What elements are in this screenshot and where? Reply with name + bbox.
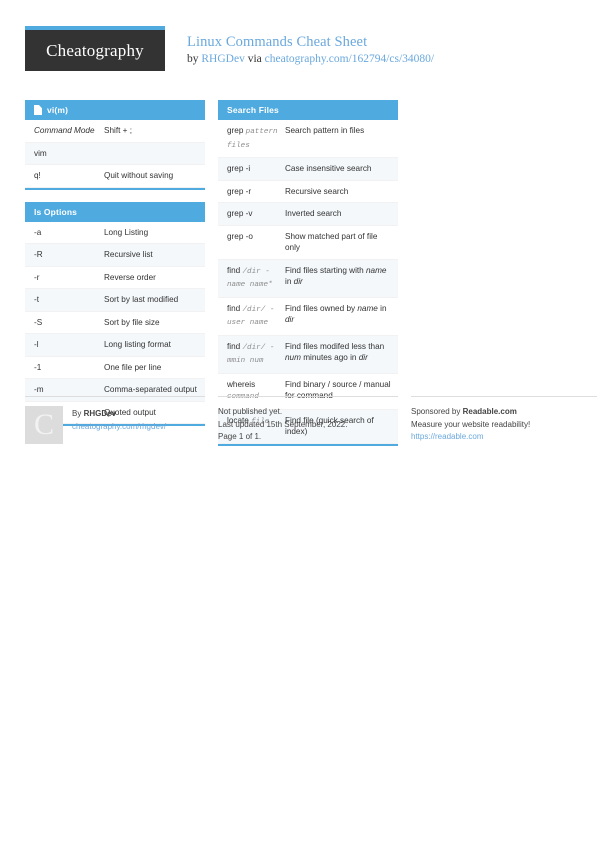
table-row: find /dir/ -mmin num Find files modifed l…: [218, 335, 398, 374]
footer-sponsor: Sponsored by Readable.com Measure your w…: [411, 396, 597, 444]
logo-box: Cheatography: [25, 30, 165, 71]
avatar: C: [25, 406, 63, 444]
row-key: grep -r: [227, 186, 252, 196]
sponsor-label: Sponsored by: [411, 407, 461, 416]
row-value: Comma-separated output: [104, 385, 197, 394]
author-byline: By RHGDev: [72, 408, 166, 421]
column-left: vi(m) Command Mode Shift + ; vim q! Quit with…: [25, 100, 205, 438]
row-value: Find files starting with name in dir: [285, 265, 387, 287]
page-header: Cheatography Linux Commands Cheat Sheet …: [25, 26, 580, 78]
by-label: by: [187, 53, 199, 65]
table-row: -r Reverse order: [25, 266, 205, 289]
row-key: -S: [34, 317, 43, 327]
table-row: Command Mode Shift + ;: [25, 120, 205, 143]
table-row: -R Recursive list: [25, 244, 205, 267]
row-value: Search pattern in files: [285, 126, 365, 135]
row-key: grep -i: [227, 164, 251, 173]
table-row: -a Long Listing: [25, 221, 205, 244]
table-row: -1 One file per line: [25, 356, 205, 379]
table-row: find /dir -name name* Find files starting…: [218, 259, 398, 298]
row-value: Shift + ;: [104, 126, 132, 135]
row-value: Find files owned by name in dir: [285, 303, 387, 325]
author-link[interactable]: RHGDev: [201, 53, 244, 65]
row-value: One file per line: [104, 362, 162, 372]
row-value: Inverted search: [285, 209, 342, 218]
sponsor-line: Sponsored by Readable.com: [411, 406, 597, 419]
footer-by-label: By: [72, 409, 82, 418]
table-block: Search Files grep pattern files Search pat…: [218, 100, 398, 446]
row-key: grep -o: [227, 231, 253, 241]
row-value: Show matched part of file only: [285, 231, 378, 253]
row-key: -l: [34, 340, 39, 349]
page-footer: C By RHGDev cheatography.com/rhgdev/ Not…: [25, 396, 597, 444]
row-value: Case insensitive search: [285, 164, 372, 173]
row-value: Long listing format: [104, 340, 171, 349]
footer-author: C By RHGDev cheatography.com/rhgdev/: [25, 396, 205, 444]
sponsor-url-link[interactable]: https://readable.com: [411, 431, 597, 444]
table-row: -l Long listing format: [25, 334, 205, 357]
row-value: Recursive search: [285, 186, 349, 196]
row-value: Sort by last modified: [104, 295, 179, 304]
table-row: -S Sort by file size: [25, 311, 205, 334]
row-value: Long Listing: [104, 227, 149, 237]
table-row: -t Sort by last modified: [25, 289, 205, 312]
source-url-link[interactable]: cheatography.com/162794/cs/34080/: [265, 53, 434, 65]
table-header: ls Options: [25, 201, 205, 222]
table-block: vi(m) Command Mode Shift + ; vim q! Quit with…: [25, 100, 205, 190]
row-value: Find files modifed less than num minutes…: [285, 341, 385, 363]
last-updated: Last updated 15th September, 2022.: [218, 419, 348, 429]
row-key: grep -v: [227, 209, 253, 218]
row-key: grep pattern files: [227, 126, 278, 150]
footer-publish-info: Not published yet. Last updated 15th Sep…: [218, 396, 398, 444]
table-row: grep pattern files Search pattern in file…: [218, 120, 398, 158]
cheatsheet-page: Cheatography Linux Commands Cheat Sheet …: [0, 0, 600, 849]
table-block: ls Options -a Long Listing -R Recursive list…: [25, 201, 205, 426]
logo-text: Cheatography: [46, 40, 144, 60]
row-value: Sort by file size: [104, 317, 160, 327]
table-row: vim: [25, 142, 205, 165]
sponsor-name: Readable.com: [462, 407, 517, 416]
table-row: q! Quit without saving: [25, 165, 205, 188]
page-count: Page 1 of 1.: [218, 432, 262, 441]
page-title: Linux Commands Cheat Sheet: [187, 34, 368, 50]
title-block: Linux Commands Cheat Sheet by RHGDev via…: [165, 26, 434, 67]
row-key: -1: [34, 362, 42, 372]
row-value: Recursive list: [104, 250, 153, 259]
row-value: Reverse order: [104, 272, 156, 282]
row-key: vim: [34, 148, 47, 158]
table-row: find /dir/ -user name Find files owned by…: [218, 297, 398, 336]
row-key: -a: [34, 227, 42, 237]
table-header: vi(m): [25, 100, 205, 120]
publish-status: Not published yet.: [218, 407, 283, 416]
footer-author-name: RHGDev: [83, 409, 117, 418]
row-value: Quit without saving: [104, 171, 174, 180]
row-key: -m: [34, 385, 44, 394]
row-key: q!: [34, 171, 41, 180]
row-key: Command Mode: [34, 126, 95, 135]
row-key: find /dir/ -mmin num: [227, 341, 275, 366]
row-key: -t: [34, 295, 40, 304]
table-title: ls Options: [34, 206, 78, 217]
row-key: find /dir/ -user name: [227, 303, 275, 328]
row-key: -r: [34, 272, 40, 282]
author-profile-link[interactable]: cheatography.com/rhgdev/: [72, 421, 166, 434]
table-row: grep -r Recursive search: [218, 180, 398, 203]
table-header: Search Files: [218, 100, 398, 120]
row-value: [104, 148, 198, 160]
table-row: grep -i Case insensitive search: [218, 158, 398, 181]
table-title: Search Files: [227, 105, 279, 115]
document-icon: [34, 105, 42, 115]
sponsor-tagline: Measure your website readability!: [411, 419, 531, 429]
table-row: grep -o Show matched part of file only: [218, 225, 398, 260]
row-key: find /dir -name name*: [227, 265, 273, 290]
cheatography-logo[interactable]: Cheatography: [25, 26, 165, 71]
table-row: grep -v Inverted search: [218, 203, 398, 226]
byline: by RHGDev via cheatography.com/162794/cs…: [187, 52, 434, 67]
via-label: via: [247, 53, 262, 65]
table-title: vi(m): [47, 105, 69, 115]
row-key: -R: [34, 250, 43, 259]
